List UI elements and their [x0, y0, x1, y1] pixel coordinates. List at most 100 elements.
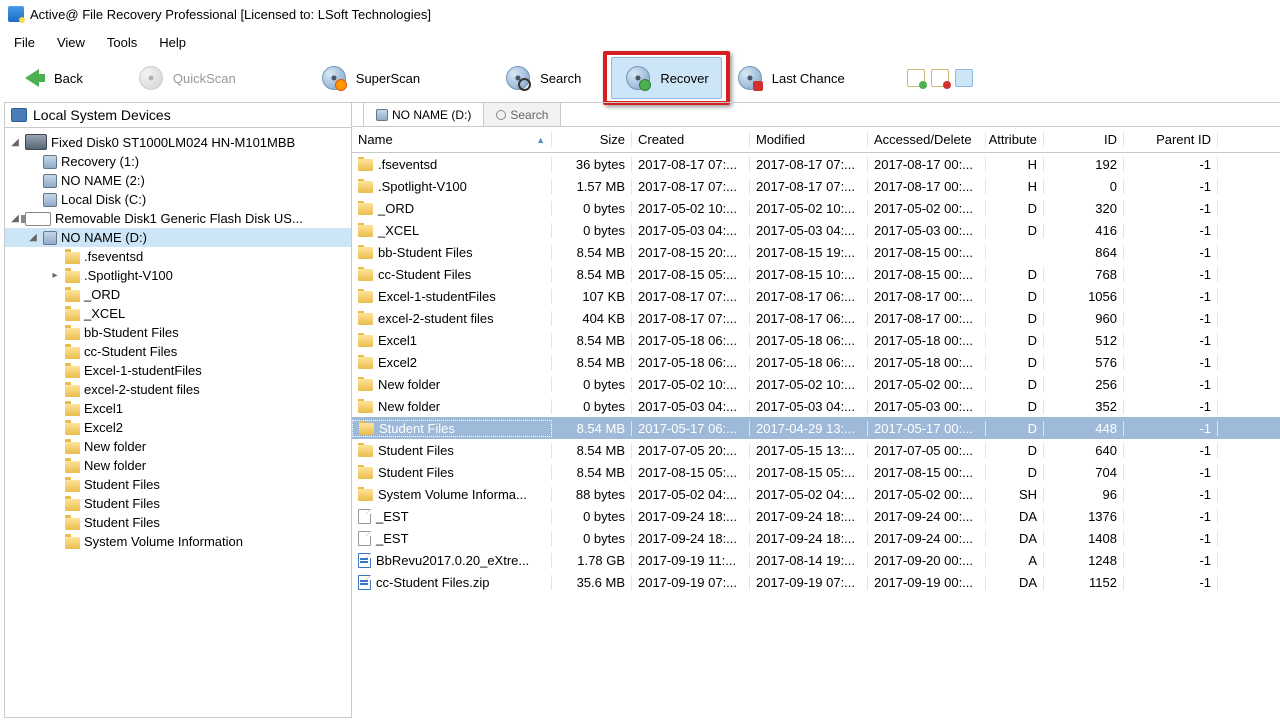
tree-folder-2[interactable]: _ORD	[5, 285, 351, 304]
search-button[interactable]: Search	[492, 58, 593, 98]
table-row[interactable]: Excel18.54 MB2017-05-18 06:...2017-05-18…	[352, 329, 1280, 351]
table-row[interactable]: New folder0 bytes2017-05-03 04:...2017-0…	[352, 395, 1280, 417]
folder-icon	[65, 499, 80, 511]
folder-icon	[65, 271, 80, 283]
col-created[interactable]: Created	[632, 132, 750, 147]
tree-header: Local System Devices	[5, 103, 351, 128]
tree-folder-4[interactable]: bb-Student Files	[5, 323, 351, 342]
recover-button[interactable]: Recover	[611, 57, 721, 99]
col-modified[interactable]: Modified	[750, 132, 868, 147]
monitor-icon	[11, 108, 27, 122]
table-row[interactable]: Student Files8.54 MB2017-05-17 06:...201…	[352, 417, 1280, 439]
folder-icon	[65, 537, 80, 549]
volume-icon	[43, 155, 57, 169]
col-id[interactable]: ID	[1044, 132, 1124, 147]
doc-ok-icon[interactable]	[907, 69, 925, 87]
back-label: Back	[54, 71, 83, 86]
tree-folder-10[interactable]: New folder	[5, 437, 351, 456]
volume-icon	[43, 174, 57, 188]
small-icons	[907, 69, 973, 87]
table-header[interactable]: Name▲ Size Created Modified Accessed/Del…	[352, 127, 1280, 153]
tree-folder-12[interactable]: Student Files	[5, 475, 351, 494]
table-row[interactable]: Excel28.54 MB2017-05-18 06:...2017-05-18…	[352, 351, 1280, 373]
menu-tools[interactable]: Tools	[97, 32, 147, 53]
col-attributes[interactable]: Attribute	[986, 132, 1044, 147]
menu-file[interactable]: File	[4, 32, 45, 53]
file-icon	[358, 509, 371, 524]
folder-icon	[358, 159, 373, 171]
table-row[interactable]: .Spotlight-V1001.57 MB2017-08-17 07:...2…	[352, 175, 1280, 197]
folder-icon	[65, 461, 80, 473]
table-row[interactable]: _EST0 bytes2017-09-24 18:...2017-09-24 1…	[352, 505, 1280, 527]
folder-icon	[358, 489, 373, 501]
volume-icon	[43, 193, 57, 207]
quickscan-icon	[137, 64, 165, 92]
quickscan-label: QuickScan	[173, 71, 236, 86]
tree-disk0-vol-2[interactable]: Local Disk (C:)	[5, 190, 351, 209]
tree-folder-15[interactable]: System Volume Information	[5, 532, 351, 551]
folder-icon	[65, 518, 80, 530]
table-row[interactable]: System Volume Informa...88 bytes2017-05-…	[352, 483, 1280, 505]
tree-folder-11[interactable]: New folder	[5, 456, 351, 475]
tree-disk0-vol-0[interactable]: Recovery (1:)	[5, 152, 351, 171]
tree-folder-14[interactable]: Student Files	[5, 513, 351, 532]
menu-help[interactable]: Help	[149, 32, 196, 53]
table-row[interactable]: bb-Student Files8.54 MB2017-08-15 20:...…	[352, 241, 1280, 263]
tab-noname[interactable]: NO NAME (D:)	[364, 103, 484, 126]
folder-icon	[358, 269, 373, 281]
folder-icon	[358, 181, 373, 193]
tree-disk1[interactable]: ◢Removable Disk1 Generic Flash Disk US..…	[5, 209, 351, 228]
tree-folder-0[interactable]: .fseventsd	[5, 247, 351, 266]
col-parent-id[interactable]: Parent ID	[1124, 132, 1218, 147]
volume-icon	[376, 109, 388, 121]
doc-remove-icon[interactable]	[931, 69, 949, 87]
table-row[interactable]: BbRevu2017.0.20_eXtre...1.78 GB2017-09-1…	[352, 549, 1280, 571]
lastchance-button[interactable]: Last Chance	[724, 58, 857, 98]
table-row[interactable]: cc-Student Files8.54 MB2017-08-15 05:...…	[352, 263, 1280, 285]
table-row[interactable]: excel-2-student files404 KB2017-08-17 07…	[352, 307, 1280, 329]
volume-icon	[43, 231, 57, 245]
tree-disk0[interactable]: ◢Fixed Disk0 ST1000LM024 HN-M101MBB	[5, 132, 351, 152]
app-icon	[8, 6, 24, 22]
back-arrow-icon	[18, 64, 46, 92]
tree-folder-5[interactable]: cc-Student Files	[5, 342, 351, 361]
folder-icon	[65, 309, 80, 321]
table-row[interactable]: _EST0 bytes2017-09-24 18:...2017-09-24 1…	[352, 527, 1280, 549]
device-tree[interactable]: Local System Devices ◢Fixed Disk0 ST1000…	[4, 102, 352, 718]
table-row[interactable]: Excel-1-studentFiles107 KB2017-08-17 07:…	[352, 285, 1280, 307]
tree-folder-6[interactable]: Excel-1-studentFiles	[5, 361, 351, 380]
table-row[interactable]: .fseventsd36 bytes2017-08-17 07:...2017-…	[352, 153, 1280, 175]
tree-folder-8[interactable]: Excel1	[5, 399, 351, 418]
table-row[interactable]: Student Files8.54 MB2017-08-15 05:...201…	[352, 461, 1280, 483]
col-name[interactable]: Name▲	[352, 132, 552, 147]
menu-view[interactable]: View	[47, 32, 95, 53]
folder-icon	[358, 313, 373, 325]
table-row[interactable]: _ORD0 bytes2017-05-02 10:...2017-05-02 1…	[352, 197, 1280, 219]
tree-folder-1[interactable]: ▸.Spotlight-V100	[5, 266, 351, 285]
table-row[interactable]: New folder0 bytes2017-05-02 10:...2017-0…	[352, 373, 1280, 395]
tree-noname[interactable]: ◢NO NAME (D:)	[5, 228, 351, 247]
search-tab-icon	[496, 110, 506, 120]
tab-search[interactable]: Search	[484, 103, 561, 126]
folder-icon	[358, 445, 373, 457]
folder-icon	[65, 366, 80, 378]
tree-folder-9[interactable]: Excel2	[5, 418, 351, 437]
tree-disk0-vol-1[interactable]: NO NAME (2:)	[5, 171, 351, 190]
back-button[interactable]: Back	[6, 58, 95, 98]
disk-icon	[25, 134, 47, 150]
table-row[interactable]: _XCEL0 bytes2017-05-03 04:...2017-05-03 …	[352, 219, 1280, 241]
doc-view-icon[interactable]	[955, 69, 973, 87]
col-size[interactable]: Size	[552, 132, 632, 147]
tree-header-label: Local System Devices	[33, 107, 171, 123]
superscan-button[interactable]: SuperScan	[308, 58, 432, 98]
tree-folder-7[interactable]: excel-2-student files	[5, 380, 351, 399]
tree-folder-3[interactable]: _XCEL	[5, 304, 351, 323]
col-accessed[interactable]: Accessed/Delete	[868, 132, 986, 147]
toolbar: Back QuickScan SuperScan Search Recover …	[0, 56, 1280, 100]
lastchance-icon	[736, 64, 764, 92]
tree-folder-13[interactable]: Student Files	[5, 494, 351, 513]
folder-icon	[358, 225, 373, 237]
folder-icon	[65, 404, 80, 416]
table-row[interactable]: cc-Student Files.zip35.6 MB2017-09-19 07…	[352, 571, 1280, 593]
table-row[interactable]: Student Files8.54 MB2017-07-05 20:...201…	[352, 439, 1280, 461]
